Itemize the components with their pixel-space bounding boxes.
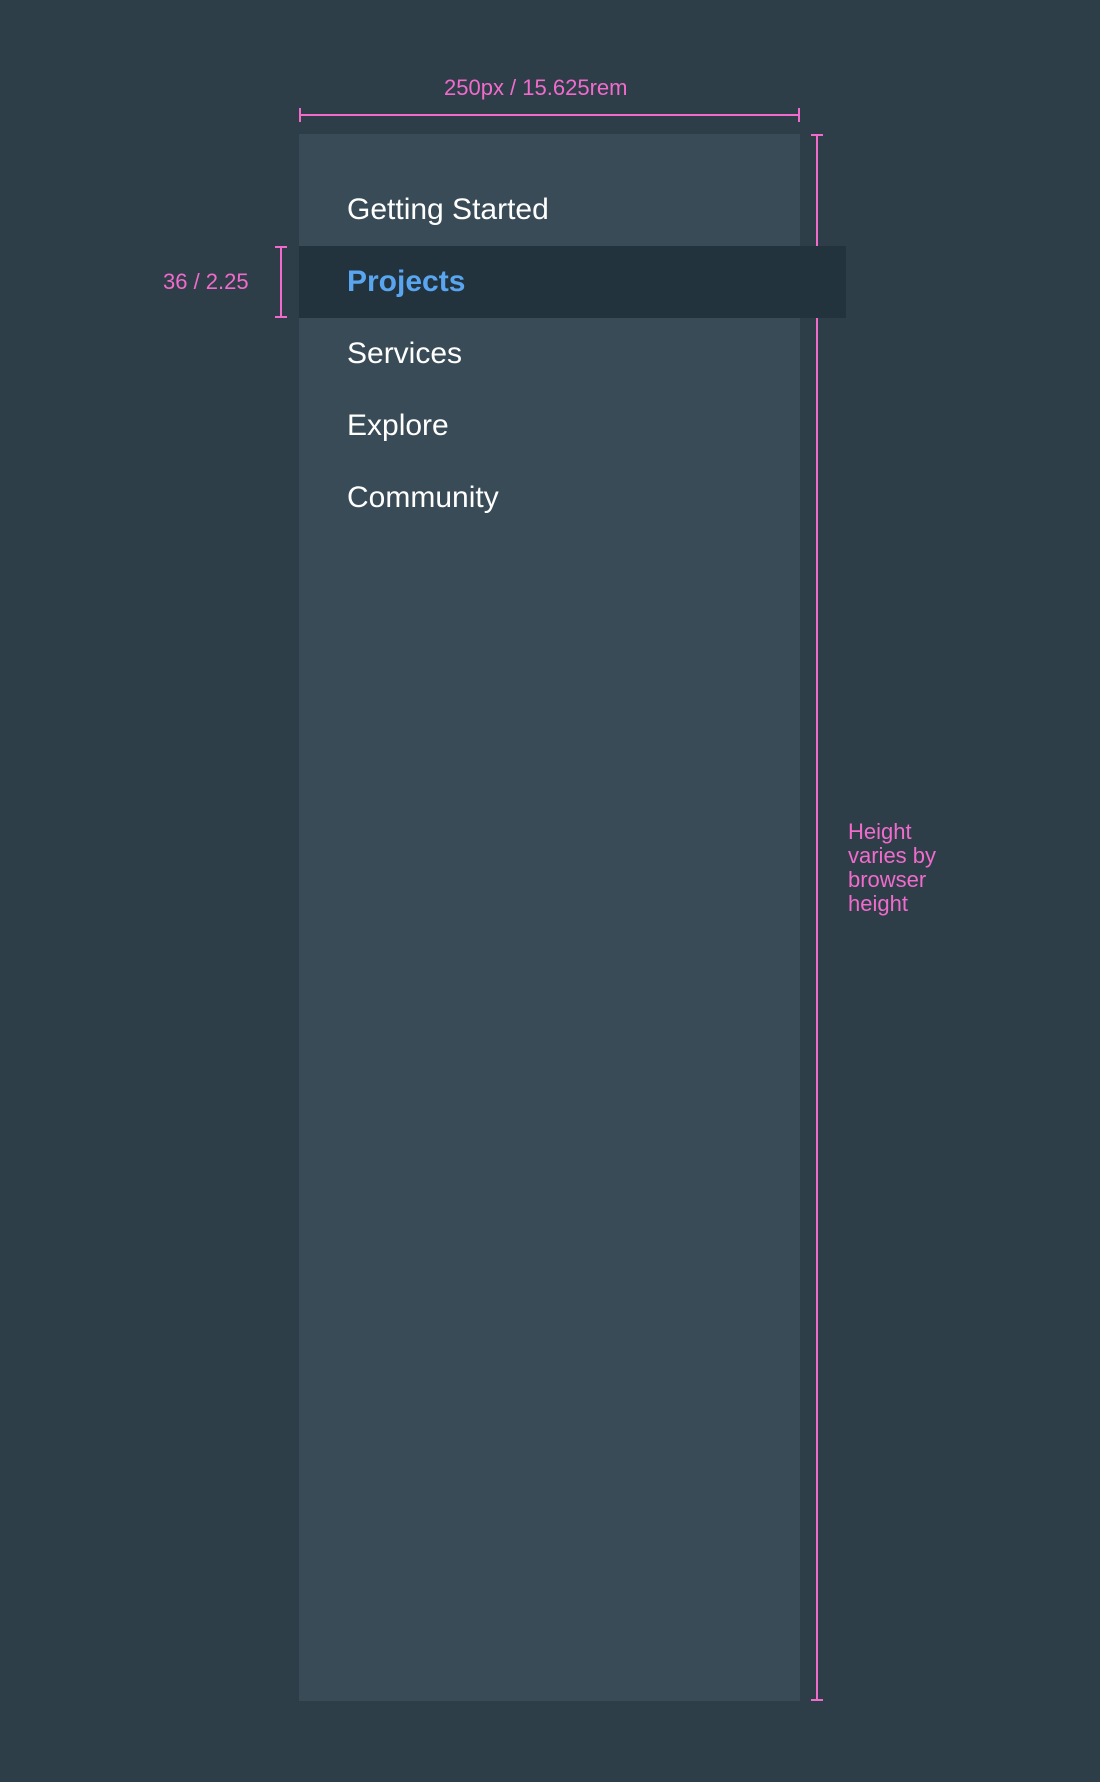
sidebar-item-community[interactable]: Community [299,462,800,534]
item-height-dimension-line [280,246,282,318]
sidebar-item-services[interactable]: Services [299,318,800,390]
width-annotation-label: 250px / 15.625rem [444,75,628,100]
item-height-dimension-tick-top [275,246,287,248]
sidebar-item-projects[interactable]: Projects [299,246,846,318]
item-height-dimension-tick-bottom [275,316,287,318]
sidebar-height-dimension-tick-top [811,134,823,136]
sidebar-item-explore[interactable]: Explore [299,390,800,462]
item-height-annotation-label: 36 / 2.25 [163,269,249,294]
sidebar-height-dimension-tick-bottom [811,1699,823,1701]
width-dimension-tick-left [299,108,301,122]
width-dimension-line [299,114,800,116]
sidebar-height-dimension-line [816,134,818,1701]
nav-list: Getting Started Projects Services Explor… [299,174,846,534]
sidebar-height-annotation-note: Height varies by browser height [848,819,937,916]
sidebar-nav: Getting Started Projects Services Explor… [299,134,846,1701]
width-dimension-tick-right [798,108,800,122]
sidebar-item-getting-started[interactable]: Getting Started [299,174,800,246]
